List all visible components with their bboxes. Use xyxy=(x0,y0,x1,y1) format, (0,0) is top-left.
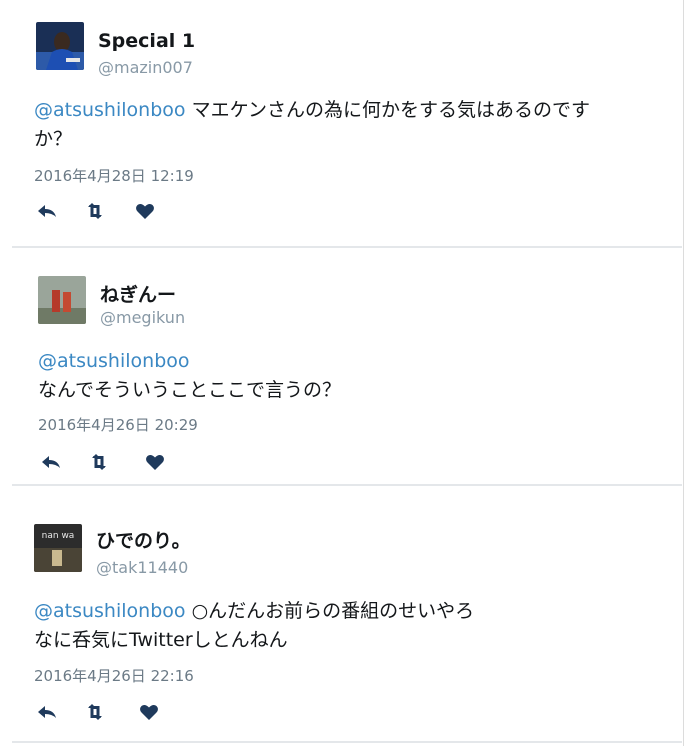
avatar[interactable]: nan wa xyxy=(34,524,82,572)
heart-icon[interactable] xyxy=(138,701,160,723)
avatar-caption: nan wa xyxy=(42,531,75,541)
avatar[interactable] xyxy=(36,22,84,70)
heart-icon[interactable] xyxy=(134,200,156,222)
timestamp[interactable]: 2016年4月26日 22:16 xyxy=(34,665,194,686)
reply-icon[interactable] xyxy=(40,451,62,473)
timeline: Special 1 @mazin007 @atsushilonboo マエケンさ… xyxy=(12,0,684,746)
timestamp[interactable]: 2016年4月28日 12:19 xyxy=(34,165,194,186)
tweet[interactable]: nan wa ひでのり。 @tak11440 @atsushilonboo ○ん… xyxy=(12,486,682,746)
heart-icon[interactable] xyxy=(144,451,166,473)
tweet-text-line: なに呑気にTwitterしとんねん xyxy=(34,629,288,651)
mention-link[interactable]: @atsushilonboo xyxy=(38,350,190,372)
user-handle[interactable]: @tak11440 xyxy=(96,558,188,577)
divider xyxy=(12,246,682,248)
display-name[interactable]: ねぎんー xyxy=(100,280,176,307)
mention-link[interactable]: @atsushilonboo xyxy=(34,99,186,121)
tweet-text: @atsushilonboo なんでそういうことここで言うの？ xyxy=(38,347,638,405)
tweet[interactable]: Special 1 @mazin007 @atsushilonboo マエケンさ… xyxy=(12,0,682,248)
tweet-actions xyxy=(36,701,176,723)
avatar[interactable] xyxy=(38,276,86,324)
reply-icon[interactable] xyxy=(36,701,58,723)
tweet-actions xyxy=(36,200,176,222)
timestamp[interactable]: 2016年4月26日 20:29 xyxy=(38,414,198,435)
retweet-icon[interactable] xyxy=(84,701,106,723)
tweet-text-line: マエケンさんの為に何かをする気はあるのです xyxy=(191,99,590,121)
tweet[interactable]: ねぎんー @megikun @atsushilonboo なんでそういうことここ… xyxy=(12,249,682,485)
user-handle[interactable]: @mazin007 xyxy=(98,58,193,77)
display-name[interactable]: ひでのり。 xyxy=(96,526,191,553)
retweet-icon[interactable] xyxy=(84,200,106,222)
tweet-text-line: か？ xyxy=(34,128,73,150)
tweet-text-line: ○んだんお前らの番組のせいやろ xyxy=(191,600,475,622)
divider xyxy=(12,741,682,743)
tweet-text-line: なんでそういうことここで言うの？ xyxy=(38,379,342,401)
tweet-text: @atsushilonboo ○んだんお前らの番組のせいやろ なに呑気にTwit… xyxy=(34,597,634,655)
user-handle[interactable]: @megikun xyxy=(100,308,185,327)
mention-link[interactable]: @atsushilonboo xyxy=(34,600,186,622)
display-name[interactable]: Special 1 xyxy=(98,30,195,52)
tweet-actions xyxy=(40,451,180,473)
reply-icon[interactable] xyxy=(36,200,58,222)
retweet-icon[interactable] xyxy=(88,451,110,473)
tweet-text: @atsushilonboo マエケンさんの為に何かをする気はあるのです か？ xyxy=(34,96,634,154)
